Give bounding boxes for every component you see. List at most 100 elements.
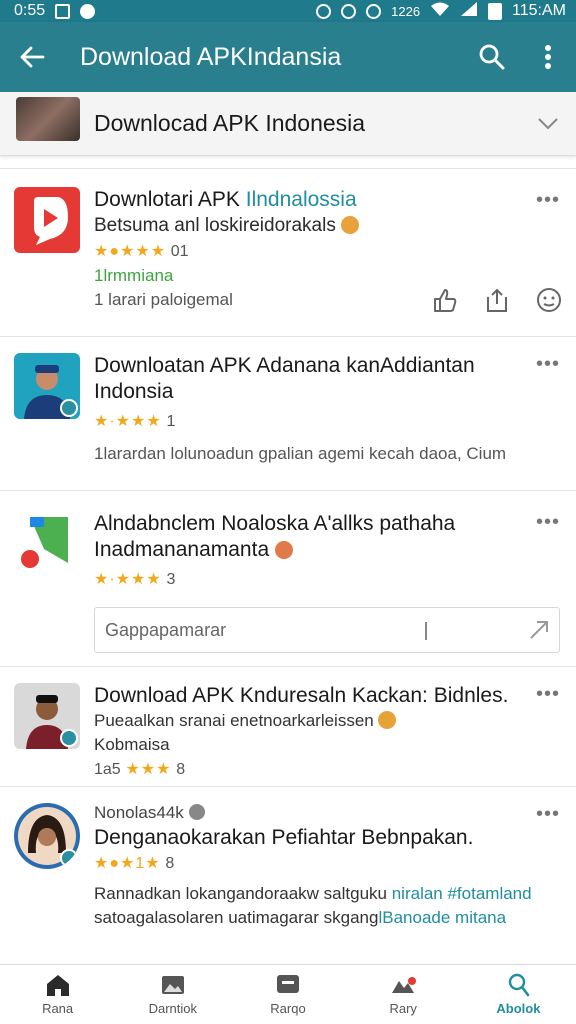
comment-placeholder: Gappapamarar — [105, 619, 227, 640]
battery-icon — [488, 2, 503, 20]
more-options-button[interactable]: ••• — [536, 803, 560, 826]
post-feed: Downlotari APK Ilndnalossia Betsuma anl … — [0, 168, 576, 964]
close-circle-icon[interactable] — [188, 804, 205, 820]
verified-badge-icon — [60, 399, 78, 417]
star-rating-icon: ★●★★★ — [94, 243, 167, 260]
rating-value: 8 — [176, 761, 186, 778]
post-subtitle: Pueaalkan sranai enetnoarkarleissen — [94, 709, 520, 733]
notification-app-icon — [55, 3, 71, 19]
star-rating-icon: ★●★1★ — [94, 855, 161, 872]
text-cursor — [425, 622, 427, 640]
post-subtitle-text: Pueaalkan sranai enetnoarkarleissen — [94, 711, 374, 730]
search-icon — [479, 44, 505, 70]
rating-value: 8 — [165, 855, 175, 872]
app-logo — [14, 511, 80, 577]
android-download-icon — [21, 517, 68, 568]
alarm-icon — [366, 3, 382, 19]
wifi-icon — [430, 1, 450, 22]
page-title: Download APKIndansia — [80, 42, 342, 71]
post-meta: 1larardan lolunoadun gpalian agemi kecah… — [94, 444, 507, 463]
more-options-button[interactable]: ••• — [536, 353, 560, 376]
post-rating: 1a5 ★★★ 8 — [94, 757, 520, 782]
post-title-accent[interactable]: Ilndnalossia — [246, 188, 357, 211]
post-status: 1lrmmiana — [94, 266, 174, 285]
mention-link[interactable]: lBanoade mitana — [378, 908, 506, 927]
hashtag-link[interactable]: niralan #fotamland — [392, 884, 532, 903]
notification-icon — [80, 3, 96, 19]
overflow-menu-button[interactable] — [520, 22, 576, 92]
more-options-button[interactable]: ••• — [536, 511, 560, 534]
profile-icon — [509, 973, 530, 997]
more-vert-icon — [545, 45, 551, 69]
post-title: Download APK Knduresaln Kackan: Bidnles. — [94, 684, 509, 707]
home-icon — [46, 975, 69, 996]
send-icon[interactable] — [527, 618, 551, 642]
verified-badge-icon — [60, 729, 78, 747]
post-subtitle2: Kobmaisa — [94, 735, 170, 754]
nav-label: Darntiok — [148, 1001, 198, 1016]
post-card[interactable]: Downloatan APK Adanana kanAddiantan Indo… — [0, 336, 576, 490]
post-title-line2: Inadmananamanta — [94, 537, 520, 563]
share-icon[interactable] — [484, 287, 510, 313]
post-card[interactable]: Downlotari APK Ilndnalossia Betsuma anl … — [0, 168, 576, 336]
post-rating: ★●★★★ 01 — [94, 239, 520, 264]
post-title-line1: Alndabnclem Noaloska A'allks pathaha — [94, 512, 456, 535]
status-time-right: 115:AM — [512, 2, 566, 19]
nav-item-gallery[interactable]: Darntiok — [115, 965, 230, 1024]
group-header[interactable]: Downlocad APK Indonesia — [0, 92, 576, 156]
nav-item-chat[interactable]: Rarqo — [230, 965, 345, 1024]
post-title: Denganaokarakan Pefiahtar Bebnpakan. — [94, 826, 474, 849]
bottom-navigation: Rana Darntiok Rarqo Rary Abolok — [0, 964, 576, 1024]
author-name[interactable]: Nonolas44k — [94, 803, 184, 822]
star-rating-icon: ★★★ — [125, 761, 172, 778]
nav-item-profile[interactable]: Abolok — [461, 965, 576, 1024]
status-time-left: 0:55 — [14, 2, 46, 19]
more-options-button[interactable]: ••• — [536, 189, 560, 212]
emoji-react-icon[interactable] — [536, 287, 562, 313]
post-title-text: Downlotari APK — [94, 188, 246, 211]
nav-label: Rary — [389, 1001, 417, 1016]
group-title: Downlocad APK Indonesia — [94, 110, 366, 136]
back-button[interactable] — [0, 22, 64, 92]
signal-icon — [460, 1, 478, 22]
post-title-text: Inadmananamanta — [94, 538, 270, 561]
nav-label: Abolok — [496, 1001, 541, 1016]
post-subtitle-text: Betsuma anl loskireidorakals — [94, 215, 336, 236]
post-rating: ★●★1★ 8 — [94, 851, 520, 876]
gallery-icon — [161, 976, 184, 994]
data-saver-icon — [341, 3, 357, 19]
chevron-down-icon — [538, 117, 558, 129]
nav-label: Rarqo — [270, 1001, 306, 1016]
star-rating-icon: ★·★★★ — [94, 413, 162, 430]
post-card[interactable]: Nonolas44k Denganaokarakan Pefiahtar Beb… — [0, 786, 576, 964]
rating-value: 1 — [166, 413, 176, 430]
nav-item-home[interactable]: Rana — [0, 965, 115, 1024]
post-title-line2: Indonsia — [94, 380, 174, 403]
verified-badge-icon — [60, 849, 78, 867]
post-author: Nonolas44k — [94, 801, 520, 825]
post-rating: ★·★★★ 1 — [94, 409, 520, 434]
post-card[interactable]: Alndabnclem Noaloska A'allks pathaha Ina… — [0, 490, 576, 666]
emoji-icon — [378, 711, 397, 729]
rating-prefix: 1a5 — [94, 761, 121, 778]
user-avatar — [14, 353, 80, 419]
thumbs-up-icon[interactable] — [432, 287, 458, 313]
status-bar: 0:55 1226 115:AM — [0, 0, 576, 22]
comment-input[interactable]: Gappapamarar — [94, 607, 560, 653]
user-avatar — [14, 683, 80, 749]
search-button[interactable] — [464, 22, 520, 92]
more-options-button[interactable]: ••• — [536, 683, 560, 706]
star-rating-icon: ★·★★★ — [94, 571, 162, 588]
post-title-line1: Downloatan APK Adanana kanAddiantan — [94, 354, 475, 377]
play-icon — [34, 197, 68, 245]
emoji-icon — [274, 541, 293, 559]
app-logo — [14, 187, 80, 253]
post-actions — [432, 287, 562, 313]
expand-button[interactable] — [520, 117, 576, 131]
post-rating: ★·★★★ 3 — [94, 567, 520, 592]
nav-label: Rana — [42, 1001, 74, 1016]
post-card[interactable]: Download APK Knduresaln Kackan: Bidnles.… — [0, 666, 576, 786]
user-avatar — [14, 803, 80, 869]
nav-item-photos[interactable]: Rary — [346, 965, 461, 1024]
post-subtitle: Betsuma anl loskireidorakals — [94, 213, 520, 239]
